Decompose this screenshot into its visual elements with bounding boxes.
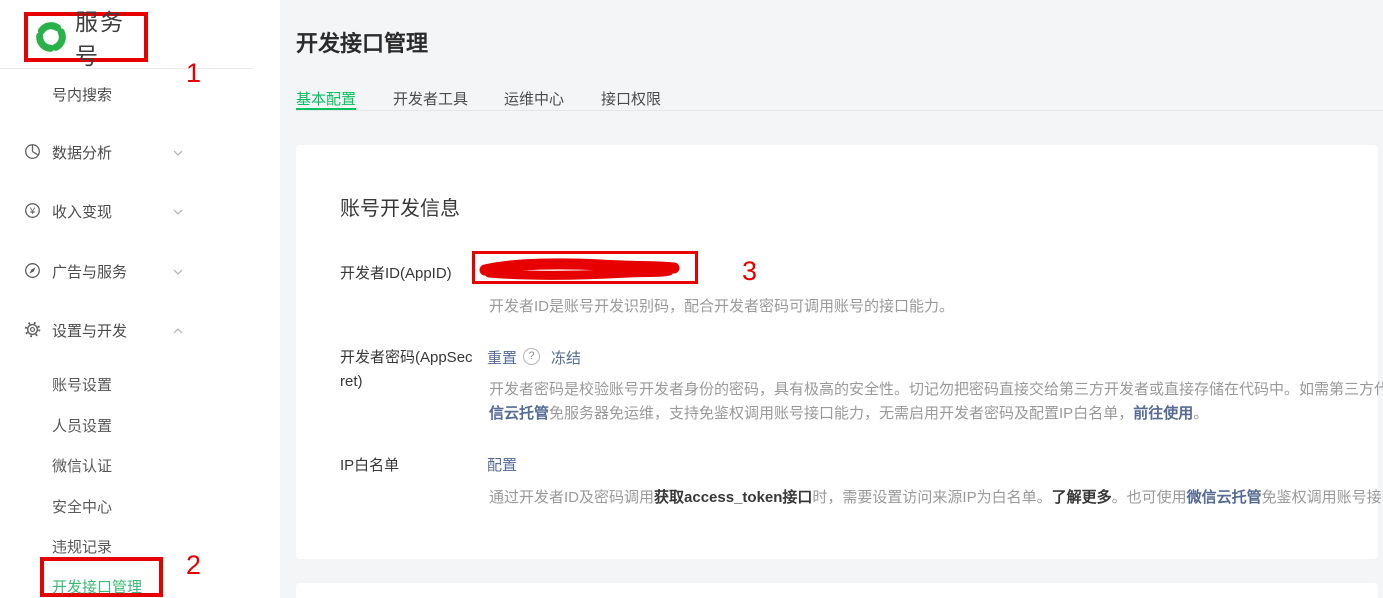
sidebar-group-revenue[interactable]: 收入变现 <box>52 201 112 222</box>
yen-circle-icon: ¥ <box>24 202 41 219</box>
svg-text:¥: ¥ <box>29 206 36 217</box>
tab-basic-config[interactable]: 基本配置 <box>296 88 356 109</box>
sidebar: 服务号 1 号内搜索 数据分析 ¥ 收入变现 广告与服务 <box>0 0 280 598</box>
ip-desc-text2: 时，需要设置访问来源IP为白名单。 <box>812 489 1051 506</box>
sidebar-group-data-analysis[interactable]: 数据分析 <box>52 142 112 163</box>
access-token-api-emphasis: 获取access_token接口 <box>654 489 812 506</box>
wechat-service-account-logo-icon[interactable] <box>34 20 68 54</box>
sidebar-item-account-settings[interactable]: 账号设置 <box>52 374 112 395</box>
next-section-card <box>296 583 1378 598</box>
compass-icon <box>24 262 41 279</box>
appsecret-description-line1: 开发者密码是校验账号开发者身份的密码，具有极高的安全性。切记勿把密码直接交给第三… <box>489 378 1383 399</box>
annotation-number-2: 2 <box>186 550 201 581</box>
ip-desc-text3: 。也可使用 <box>1112 489 1187 506</box>
pie-chart-icon <box>24 143 41 160</box>
sidebar-item-violation-records[interactable]: 违规记录 <box>52 536 112 557</box>
annotation-number-3: 3 <box>742 256 757 287</box>
redacted-appid-value <box>479 256 685 282</box>
tab-developer-tools[interactable]: 开发者工具 <box>393 88 468 109</box>
sidebar-item-in-account-search[interactable]: 号内搜索 <box>52 84 112 105</box>
wechat-cloud-hosting-link[interactable]: 微信云托管 <box>1187 489 1262 506</box>
question-circle-icon[interactable]: ? <box>523 348 540 365</box>
sidebar-item-wechat-verification[interactable]: 微信认证 <box>52 455 112 476</box>
sidebar-item-staff-settings[interactable]: 人员设置 <box>52 415 112 436</box>
annotation-number-1: 1 <box>186 58 201 89</box>
appsecret-desc-text: 免服务器免运维，支持免鉴权调用账号接口能力，无需启用开发者密码及配置IP白名单， <box>549 405 1133 422</box>
configure-ip-whitelist-link[interactable]: 配置 <box>487 454 517 475</box>
ip-desc-text1: 通过开发者ID及密码调用 <box>489 489 654 506</box>
gear-icon <box>24 321 41 338</box>
sidebar-item-security-center[interactable]: 安全中心 <box>52 496 112 517</box>
go-to-use-link[interactable]: 前往使用 <box>1133 405 1193 422</box>
sidebar-group-ads-services[interactable]: 广告与服务 <box>52 261 127 282</box>
logo-annotation-box-1: 服务号 <box>24 12 148 62</box>
appsecret-description-line2: 信云托管免服务器免运维，支持免鉴权调用账号接口能力，无需启用开发者密码及配置IP… <box>489 402 1208 423</box>
section-title-account-dev-info: 账号开发信息 <box>340 192 460 221</box>
appid-description: 开发者ID是账号开发识别码，配合开发者密码可调用账号的接口能力。 <box>489 295 954 316</box>
page-title: 开发接口管理 <box>296 26 428 58</box>
chevron-down-icon[interactable] <box>172 147 184 159</box>
ip-desc-text4: 免鉴权调用账号接口能力，无 <box>1262 489 1383 506</box>
freeze-appsecret-link[interactable]: 冻结 <box>551 347 581 368</box>
cloud-hosting-link[interactable]: 信云托管 <box>489 405 549 422</box>
appid-label: 开发者ID(AppID) <box>340 262 452 283</box>
account-type-label[interactable]: 服务号 <box>75 3 144 71</box>
sidebar-item-dev-interface-management[interactable]: 开发接口管理 <box>52 576 142 597</box>
sidebar-group-settings-dev[interactable]: 设置与开发 <box>52 320 127 341</box>
chevron-down-icon[interactable] <box>172 266 184 278</box>
sidebar-divider <box>0 68 253 69</box>
chevron-up-icon[interactable] <box>172 325 184 337</box>
reset-appsecret-link[interactable]: 重置 <box>487 347 517 368</box>
ip-whitelist-description: 通过开发者ID及密码调用获取access_token接口时，需要设置访问来源IP… <box>489 486 1383 507</box>
tab-api-permissions[interactable]: 接口权限 <box>601 88 661 109</box>
appsecret-label: 开发者密码(AppSecret) <box>340 346 474 394</box>
chevron-down-icon[interactable] <box>172 206 184 218</box>
tab-ops-center[interactable]: 运维中心 <box>504 88 564 109</box>
learn-more-link[interactable]: 了解更多 <box>1052 489 1112 506</box>
ip-whitelist-label: IP白名单 <box>340 454 399 475</box>
tabs-bottom-border <box>296 110 1383 111</box>
appsecret-desc-period: 。 <box>1193 405 1208 422</box>
